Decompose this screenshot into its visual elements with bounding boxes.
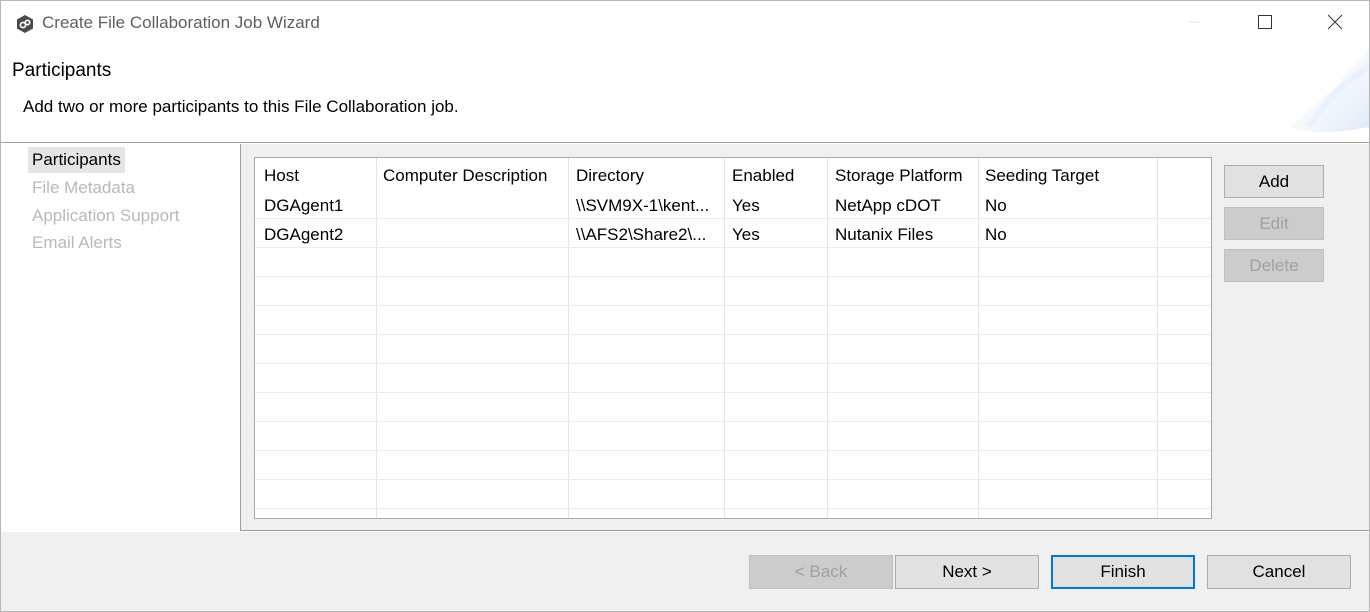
column-divider (376, 158, 377, 518)
wizard-body: Participants File Metadata Application S… (1, 144, 1369, 531)
column-header-storage-platform[interactable]: Storage Platform (835, 165, 976, 191)
close-icon (1327, 14, 1343, 35)
row-divider (255, 363, 1211, 364)
app-logo-icon (15, 14, 35, 34)
cell-computer-description (383, 224, 565, 250)
row-divider (255, 334, 1211, 335)
participants-table[interactable]: Host Computer Description Directory Enab… (254, 157, 1212, 519)
column-header-seeding-target[interactable]: Seeding Target (985, 165, 1155, 191)
window-title: Create File Collaboration Job Wizard (42, 13, 320, 32)
row-divider (255, 305, 1211, 306)
row-divider (255, 508, 1211, 509)
delete-button[interactable]: Delete (1224, 249, 1324, 282)
nav-item-email-alerts[interactable]: Email Alerts (28, 230, 126, 256)
wizard-header: Participants Add two or more participant… (1, 47, 1369, 143)
edit-button[interactable]: Edit (1224, 207, 1324, 240)
column-divider (978, 158, 979, 518)
close-button[interactable] (1307, 1, 1363, 47)
title-bar[interactable]: Create File Collaboration Job Wizard (1, 1, 1369, 47)
row-divider (255, 276, 1211, 277)
column-header-enabled[interactable]: Enabled (732, 165, 824, 191)
page-title: Participants (12, 60, 112, 81)
column-header-computer-description[interactable]: Computer Description (383, 165, 565, 191)
next-button[interactable]: Next > (895, 555, 1039, 589)
page-description: Add two or more participants to this Fil… (23, 97, 459, 116)
nav-item-file-metadata[interactable]: File Metadata (28, 175, 139, 201)
add-button[interactable]: Add (1224, 165, 1324, 198)
back-button[interactable]: < Back (749, 555, 893, 589)
wizard-steps-nav: Participants File Metadata Application S… (1, 144, 241, 531)
cell-directory: \\SVM9X-1\kent... (576, 196, 710, 215)
wizard-footer: < Back Next > Finish Cancel (1, 532, 1369, 611)
row-divider (255, 392, 1211, 393)
cell-seeding-target: No (985, 196, 1007, 215)
column-header-directory[interactable]: Directory (576, 165, 721, 191)
cell-enabled: Yes (732, 225, 760, 244)
cell-computer-description (383, 195, 565, 221)
minimize-icon (1188, 14, 1202, 34)
finish-button[interactable]: Finish (1051, 555, 1195, 589)
column-divider (827, 158, 828, 518)
column-divider (724, 158, 725, 518)
nav-item-participants[interactable]: Participants (28, 147, 125, 173)
row-divider (255, 421, 1211, 422)
column-divider (568, 158, 569, 518)
column-header-host[interactable]: Host (264, 165, 374, 191)
nav-item-application-support[interactable]: Application Support (28, 203, 183, 229)
cell-enabled: Yes (732, 196, 760, 215)
row-divider (255, 450, 1211, 451)
cell-directory: \\AFS2\Share2\... (576, 225, 707, 244)
header-decoration (1279, 47, 1369, 142)
cell-storage-platform: Nutanix Files (835, 225, 934, 244)
maximize-button[interactable] (1237, 1, 1293, 47)
cell-seeding-target: No (985, 225, 1007, 244)
column-divider (1157, 158, 1158, 518)
wizard-window: Create File Collaboration Job Wizard Par… (0, 0, 1370, 612)
cell-host: DGAgent2 (264, 225, 344, 244)
cell-storage-platform: NetApp cDOT (835, 196, 941, 215)
minimize-button[interactable] (1167, 1, 1223, 47)
row-divider (255, 479, 1211, 480)
cell-host: DGAgent1 (264, 196, 344, 215)
cancel-button[interactable]: Cancel (1207, 555, 1351, 589)
maximize-icon (1258, 14, 1272, 34)
